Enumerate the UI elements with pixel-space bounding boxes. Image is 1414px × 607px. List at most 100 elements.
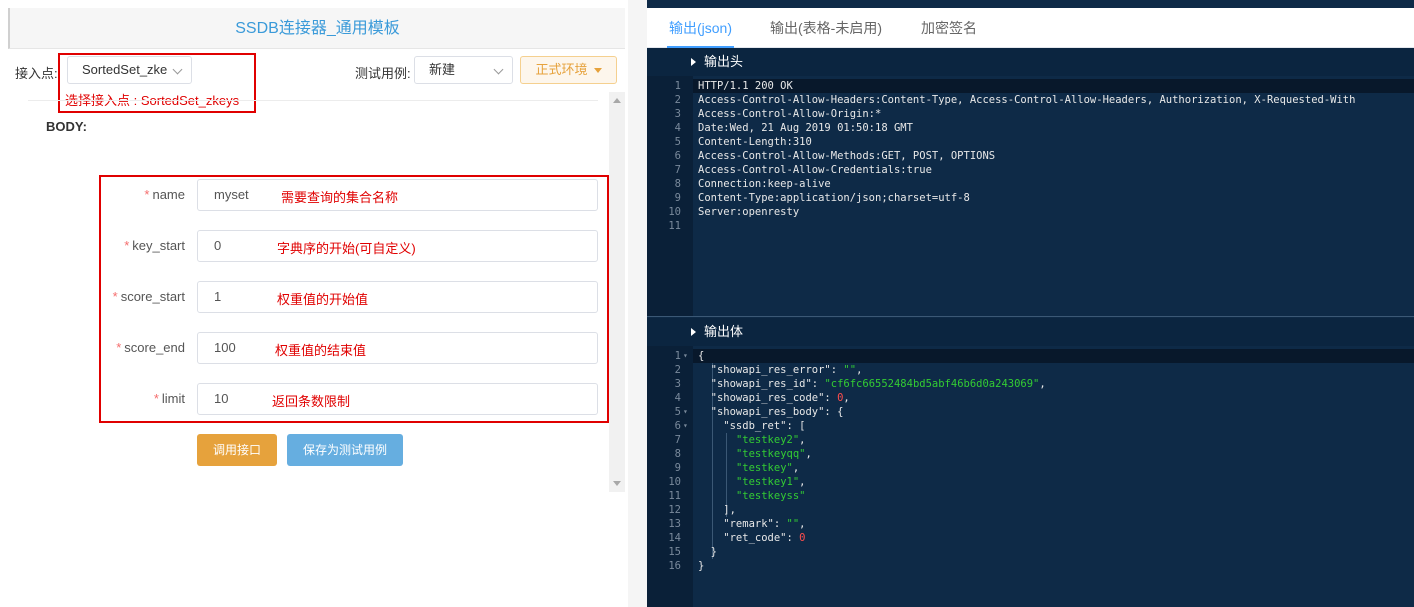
line-number: 2 bbox=[674, 364, 681, 376]
line-number: 9 bbox=[674, 192, 681, 204]
line-text: Content-Type:application/json;charset=ut… bbox=[698, 192, 970, 204]
key-start-annotation: 字典序的开始(可自定义) bbox=[277, 241, 416, 256]
line-number: 5 bbox=[674, 136, 681, 148]
code-line: 15 } bbox=[647, 545, 1414, 559]
scroll-down-icon[interactable] bbox=[613, 481, 621, 486]
caret-right-icon bbox=[691, 328, 696, 336]
code-line: 8 "testkeyqq", bbox=[647, 447, 1414, 461]
page-title: SSDB连接器_通用模板 bbox=[235, 20, 400, 37]
code-line: 11 bbox=[647, 219, 1414, 233]
key-start-label: * key_start bbox=[124, 238, 185, 253]
line-number: 8 bbox=[674, 448, 681, 460]
form-scrollbar[interactable] bbox=[609, 92, 625, 492]
line-number: 10 bbox=[668, 476, 681, 488]
line-text: Content-Length:310 bbox=[698, 136, 812, 148]
line-number: 9 bbox=[674, 462, 681, 474]
line-number: 3 bbox=[674, 108, 681, 120]
body-panel-toggle[interactable]: 输出体 bbox=[647, 318, 1414, 346]
code-line: 6 ▾ "ssdb_ret": [ bbox=[647, 419, 1414, 433]
line-number: 4 bbox=[674, 392, 681, 404]
code-line: 3 Access-Control-Allow-Origin:* bbox=[647, 107, 1414, 121]
line-number: 12 bbox=[668, 504, 681, 516]
call-api-button[interactable]: 调用接口 bbox=[197, 434, 277, 466]
line-text: } bbox=[698, 546, 717, 558]
code-line: 12 ], bbox=[647, 503, 1414, 517]
output-panel: 输出(json) 输出(表格-未启用) 加密签名 输出头 1 HTTP/1.1 2… bbox=[647, 0, 1414, 607]
body-panel-title: 输出体 bbox=[704, 324, 744, 339]
score-start-input[interactable]: 1 bbox=[197, 281, 598, 313]
score-start-annotation: 权重值的开始值 bbox=[277, 292, 369, 307]
chevron-down-icon bbox=[493, 64, 504, 75]
request-panel: SSDB连接器_通用模板 接入点: SortedSet_zke 测试用例: 新建… bbox=[0, 0, 628, 607]
fold-icon[interactable]: ▾ bbox=[683, 405, 688, 419]
line-number: 6 bbox=[674, 150, 681, 162]
score-end-annotation: 权重值的结束值 bbox=[275, 343, 367, 358]
fold-icon[interactable]: ▾ bbox=[683, 349, 688, 363]
line-number: 13 bbox=[668, 518, 681, 530]
headers-panel-title: 输出头 bbox=[704, 54, 744, 69]
code-line: 1 ▾ { bbox=[647, 349, 1414, 363]
testcase-label: 测试用例: bbox=[355, 66, 411, 81]
line-number: 10 bbox=[668, 206, 681, 218]
line-text: Date:Wed, 21 Aug 2019 01:50:18 GMT bbox=[698, 122, 913, 134]
section-divider bbox=[28, 100, 598, 101]
name-label: * name bbox=[144, 187, 185, 202]
environment-dropdown-button[interactable]: 正式环境 bbox=[520, 56, 617, 84]
line-number: 16 bbox=[668, 560, 681, 572]
limit-input[interactable]: 10 bbox=[197, 383, 598, 415]
line-text: Access-Control-Allow-Origin:* bbox=[698, 108, 882, 120]
line-text: "showapi_res_body": { bbox=[698, 406, 844, 418]
limit-annotation: 返回条数限制 bbox=[272, 394, 351, 409]
line-text: HTTP/1.1 200 OK bbox=[698, 80, 793, 92]
line-text: { bbox=[698, 350, 705, 362]
tab-output-table[interactable]: 输出(表格-未启用) bbox=[770, 8, 882, 48]
line-text: "testkeyss" bbox=[735, 490, 806, 502]
output-panel-separator bbox=[647, 316, 1414, 317]
code-line: 7 Access-Control-Allow-Credentials:true bbox=[647, 163, 1414, 177]
code-line: 16} bbox=[647, 559, 1414, 573]
code-line: 4 "showapi_res_code": 0, bbox=[647, 391, 1414, 405]
code-line: 13 "remark": "", bbox=[647, 517, 1414, 531]
line-number: 4 bbox=[674, 122, 681, 134]
line-text: Server:openresty bbox=[698, 206, 800, 218]
environment-label: 正式环境 bbox=[535, 62, 588, 77]
line-number: 2 bbox=[674, 94, 681, 106]
line-text: "testkey", bbox=[735, 462, 800, 474]
testcase-select[interactable]: 新建 bbox=[414, 56, 513, 84]
line-text: ], bbox=[698, 504, 736, 516]
line-text: "showapi_res_code": 0, bbox=[698, 392, 850, 404]
code-line: 10 Server:openresty bbox=[647, 205, 1414, 219]
body-code[interactable]: 1 ▾{2 "showapi_res_error": "", 3 "showapi_… bbox=[647, 349, 1414, 573]
line-text: Access-Control-Allow-Methods:GET, POST, … bbox=[698, 150, 996, 162]
code-line: 2 "showapi_res_error": "", bbox=[647, 363, 1414, 377]
output-tabs: 输出(json) 输出(表格-未启用) 加密签名 bbox=[647, 8, 1414, 48]
score-end-input[interactable]: 100 bbox=[197, 332, 598, 364]
line-number: 6 bbox=[674, 420, 681, 432]
score-end-label: * score_end bbox=[116, 340, 185, 355]
caret-right-icon bbox=[691, 58, 696, 66]
headers-panel-toggle[interactable]: 输出头 bbox=[647, 48, 1414, 76]
line-number: 11 bbox=[668, 490, 681, 502]
code-line: 3 "showapi_res_id": "cf6fc66552484bd5abf… bbox=[647, 377, 1414, 391]
line-text: "ret_code": 0 bbox=[698, 532, 806, 544]
line-text: Access-Control-Allow-Headers:Content-Typ… bbox=[698, 94, 1356, 106]
name-annotation: 需要查询的集合名称 bbox=[281, 190, 399, 205]
line-number: 11 bbox=[668, 220, 681, 232]
fold-icon[interactable]: ▾ bbox=[683, 419, 688, 433]
code-line: 9 "testkey", bbox=[647, 461, 1414, 475]
panel-splitter[interactable] bbox=[628, 0, 647, 607]
endpoint-label: 接入点: bbox=[15, 66, 58, 81]
line-text: } bbox=[698, 560, 705, 572]
line-number: 14 bbox=[668, 532, 681, 544]
line-text: Connection:keep-alive bbox=[698, 178, 831, 190]
code-line: 10 "testkey1", bbox=[647, 475, 1414, 489]
tab-output-json[interactable]: 输出(json) bbox=[667, 8, 735, 48]
tab-signature[interactable]: 加密签名 bbox=[921, 8, 977, 48]
headers-code[interactable]: 1 HTTP/1.1 200 OK 2 Access-Control-Allow-He… bbox=[647, 79, 1414, 233]
body-section-label: BODY: bbox=[46, 119, 87, 134]
scroll-up-icon[interactable] bbox=[613, 98, 621, 103]
save-testcase-button[interactable]: 保存为测试用例 bbox=[287, 434, 403, 466]
line-text: "showapi_res_error": "", bbox=[698, 364, 863, 376]
line-number: 3 bbox=[674, 378, 681, 390]
code-line: 8 Connection:keep-alive bbox=[647, 177, 1414, 191]
